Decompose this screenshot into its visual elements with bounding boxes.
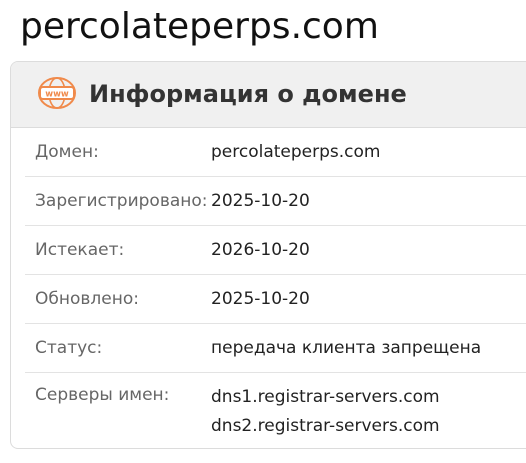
card-title: Информация о домене xyxy=(89,80,407,108)
row-label-nameservers: Серверы имен: xyxy=(35,385,170,405)
row-value-nameservers: dns1.registrar-servers.com dns2.registra… xyxy=(211,383,440,441)
www-globe-icon: www xyxy=(38,77,76,109)
row-domain: Домен: percolateperps.com xyxy=(25,128,526,177)
row-registered: Зарегистрировано: 2025-10-20 xyxy=(25,177,526,226)
nameserver-2[interactable]: dns2.registrar-servers.com xyxy=(211,412,440,441)
row-label-status: Статус: xyxy=(35,338,103,358)
domain-info-card: www Информация о домене Домен: percolate… xyxy=(10,61,526,449)
info-rows: Домен: percolateperps.com Зарегистрирова… xyxy=(25,128,526,443)
page-title: percolateperps.com xyxy=(20,6,379,47)
nameserver-1[interactable]: dns1.registrar-servers.com xyxy=(211,383,440,412)
row-label-expires: Истекает: xyxy=(35,240,125,260)
row-label-registered: Зарегистрировано: xyxy=(35,191,208,211)
card-header: www Информация о домене xyxy=(11,62,526,128)
row-nameservers: Серверы имен: dns1.registrar-servers.com… xyxy=(25,373,526,443)
row-value-registered: 2025-10-20 xyxy=(211,191,310,211)
row-status: Статус: передача клиента запрещена xyxy=(25,324,526,373)
row-label-domain: Домен: xyxy=(35,142,99,162)
row-value-updated: 2025-10-20 xyxy=(211,289,310,309)
row-value-expires: 2026-10-20 xyxy=(211,240,310,260)
row-updated: Обновлено: 2025-10-20 xyxy=(25,275,526,324)
row-value-status: передача клиента запрещена xyxy=(211,338,482,358)
row-value-domain: percolateperps.com xyxy=(211,142,381,162)
row-label-updated: Обновлено: xyxy=(35,289,139,309)
row-expires: Истекает: 2026-10-20 xyxy=(25,226,526,275)
svg-text:www: www xyxy=(45,90,69,100)
